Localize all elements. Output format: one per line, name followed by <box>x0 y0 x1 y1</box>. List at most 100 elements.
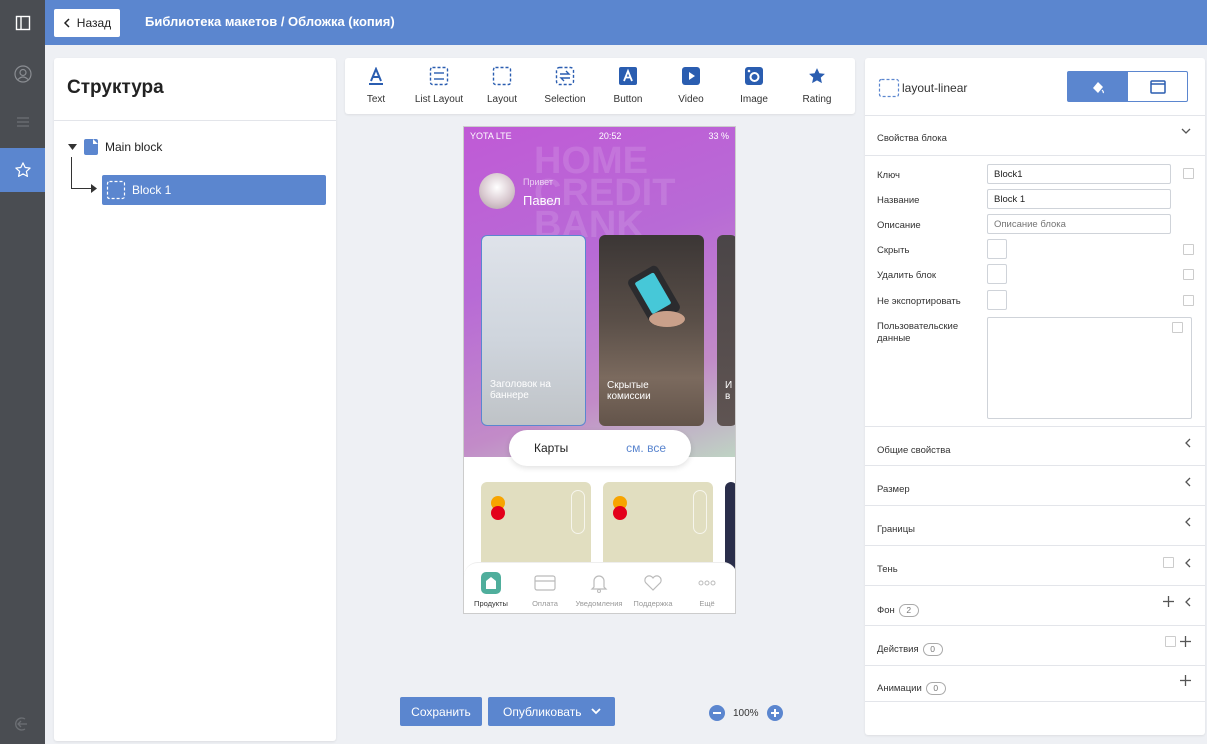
section-animations[interactable]: Анимации 0 <box>865 666 1205 702</box>
tool-selection[interactable]: Selection <box>534 64 596 105</box>
tool-label: Button <box>613 94 643 105</box>
caret-right-icon[interactable] <box>91 184 97 193</box>
tool-text[interactable]: Text <box>345 64 407 105</box>
tool-list-layout[interactable]: List Layout <box>408 64 470 105</box>
hide-toggle[interactable] <box>987 239 1007 259</box>
hide-label: Скрыть <box>877 245 910 256</box>
layout-block-icon <box>878 78 900 98</box>
count-badge: 0 <box>925 682 946 695</box>
user-data-textarea[interactable] <box>987 317 1192 419</box>
tool-layout[interactable]: Layout <box>471 64 533 105</box>
plus-icon[interactable] <box>1180 636 1191 647</box>
chevron-left-icon[interactable] <box>1184 558 1191 568</box>
cards-header[interactable]: Карты см. все <box>509 430 691 466</box>
story-card[interactable]: Скрытые комиссии <box>599 235 704 426</box>
view-mode-switch <box>1067 71 1188 102</box>
story-caption: Скрытые комиссии <box>607 380 651 402</box>
section-size[interactable]: Размер <box>865 466 1205 506</box>
actions-checkbox[interactable] <box>1165 636 1176 647</box>
section-title: Анимации <box>877 683 922 694</box>
tab-payment[interactable]: Оплата <box>518 571 572 608</box>
tool-image[interactable]: Image <box>723 64 785 105</box>
key-checkbox[interactable] <box>1183 168 1194 179</box>
logout-icon[interactable] <box>0 702 45 744</box>
publish-button[interactable]: Опубликовать <box>488 697 615 726</box>
panel-toggle-icon[interactable] <box>0 0 45 45</box>
tool-button[interactable]: Button <box>597 64 659 105</box>
avatar <box>479 173 515 209</box>
plus-icon[interactable] <box>1163 596 1174 607</box>
section-borders[interactable]: Границы <box>865 506 1205 546</box>
section-controls <box>1165 636 1191 647</box>
key-input[interactable] <box>987 164 1171 184</box>
tab-products[interactable]: Продукты <box>464 571 518 608</box>
no-export-toggle[interactable] <box>987 290 1007 310</box>
hide-checkbox[interactable] <box>1183 244 1194 255</box>
zoom-in-icon[interactable] <box>766 705 783 721</box>
tool-rating[interactable]: Rating <box>786 64 848 105</box>
bank-card[interactable] <box>725 482 735 572</box>
user-icon[interactable] <box>0 52 45 96</box>
shadow-checkbox[interactable] <box>1163 557 1174 568</box>
chevron-left-icon[interactable] <box>1184 438 1191 448</box>
save-button[interactable]: Сохранить <box>400 697 482 726</box>
section-background[interactable]: Фон 2 <box>865 586 1205 626</box>
star-icon <box>786 64 848 88</box>
phone-preview[interactable]: YOTA LTE 20:52 33 % HOME CREDIT BANK При… <box>463 126 736 614</box>
story-caption: Заголовок на баннере <box>490 379 551 401</box>
heart-icon <box>626 571 680 595</box>
name-input[interactable] <box>987 189 1171 209</box>
user-name: Павел <box>523 193 561 208</box>
section-controls <box>1163 557 1191 568</box>
chevron-down-icon[interactable] <box>1181 128 1191 135</box>
section-title: Общие свойства <box>877 445 951 456</box>
favorites-star-icon[interactable] <box>0 148 45 192</box>
user-data-checkbox[interactable] <box>1172 322 1183 333</box>
chevron-left-icon[interactable] <box>1184 477 1191 487</box>
see-all-link[interactable]: см. все <box>626 441 666 455</box>
chevron-left-icon[interactable] <box>1184 517 1191 527</box>
card-chip <box>571 490 585 534</box>
caret-down-icon[interactable] <box>68 143 77 151</box>
no-export-checkbox[interactable] <box>1183 295 1194 306</box>
story-card[interactable]: Заголовок на баннере <box>481 235 586 426</box>
tab-more[interactable]: Ещё <box>680 571 734 608</box>
section-title: Границы <box>877 524 915 535</box>
section-common[interactable]: Общие свойства <box>865 426 1205 466</box>
publish-label: Опубликовать <box>503 704 582 719</box>
key-label: Ключ <box>877 170 900 181</box>
section-shadow[interactable]: Тень <box>865 546 1205 586</box>
chevron-left-icon[interactable] <box>1184 597 1191 607</box>
layout-mode-button[interactable] <box>1128 72 1187 101</box>
chevron-left-icon <box>63 18 70 28</box>
mastercard-icon <box>613 506 627 520</box>
description-input[interactable] <box>987 214 1171 234</box>
list-icon[interactable] <box>0 100 45 144</box>
tab-label: Продукты <box>474 599 508 608</box>
bank-card[interactable] <box>603 482 713 572</box>
text-icon <box>345 64 407 88</box>
story-card[interactable]: И в <box>717 235 735 426</box>
delete-block-label: Удалить блок <box>877 270 937 281</box>
chevron-down-icon[interactable] <box>591 708 602 715</box>
delete-block-toggle[interactable] <box>987 264 1007 284</box>
style-mode-button[interactable] <box>1068 72 1128 101</box>
section-actions[interactable]: Действия 0 <box>865 626 1205 666</box>
tree-item-main-block[interactable]: Main block <box>68 138 162 156</box>
delete-block-checkbox[interactable] <box>1183 269 1194 280</box>
tree-connector <box>71 157 72 189</box>
tab-support[interactable]: Поддержка <box>626 571 680 608</box>
back-button[interactable]: Назад <box>54 9 120 37</box>
zoom-control: 100% <box>709 705 783 721</box>
back-label: Назад <box>76 16 112 30</box>
no-export-label: Не экспортировать <box>877 296 961 307</box>
section-title: Фон <box>877 605 895 616</box>
bank-card[interactable] <box>481 482 591 572</box>
zoom-out-icon[interactable] <box>709 705 725 721</box>
section-block-props[interactable]: Свойства блока <box>865 116 1205 156</box>
section-title-wrap: Действия 0 <box>877 643 943 656</box>
tab-notifications[interactable]: Уведомления <box>572 571 626 608</box>
tree-item-block-1[interactable]: Block 1 <box>102 175 326 205</box>
tool-video[interactable]: Video <box>660 64 722 105</box>
plus-icon[interactable] <box>1180 675 1191 686</box>
